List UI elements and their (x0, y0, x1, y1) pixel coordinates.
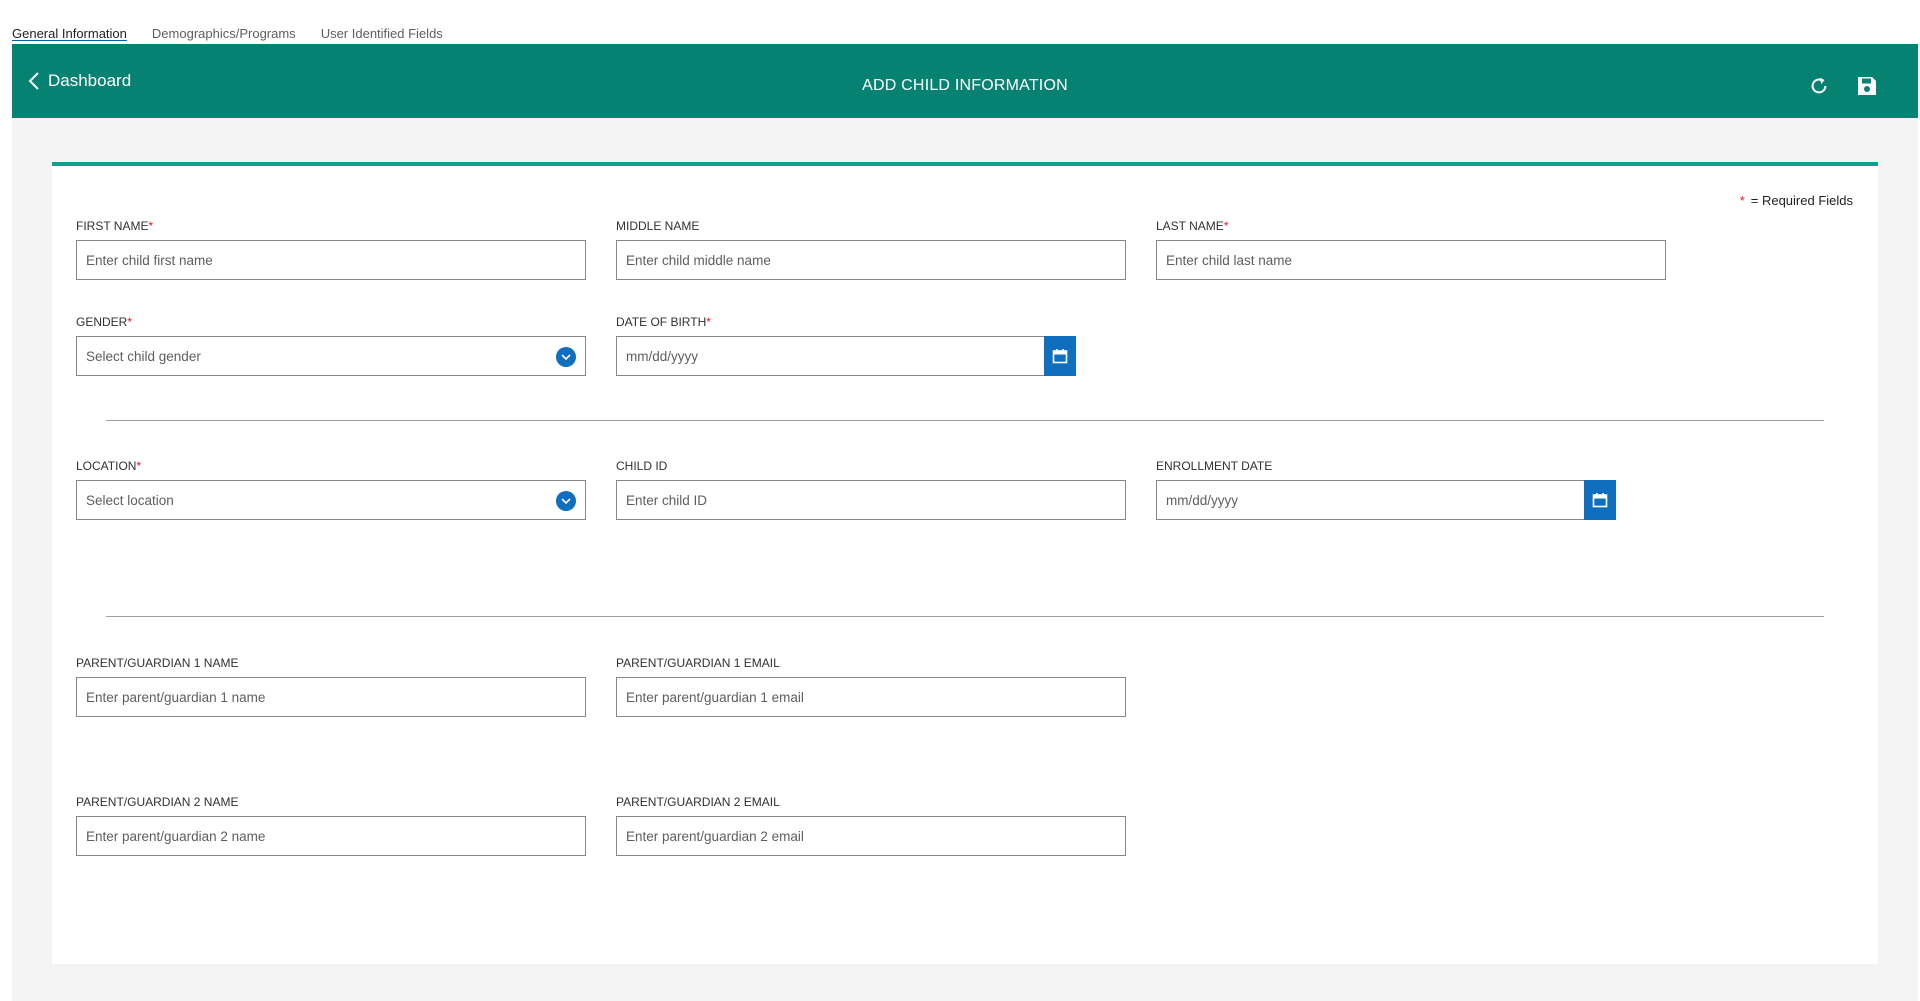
enrollment-date-input[interactable]: mm/dd/yyyy (1156, 480, 1616, 520)
parent2-email-placeholder: Enter parent/guardian 2 email (626, 828, 804, 844)
parent1-email-placeholder: Enter parent/guardian 1 email (626, 689, 804, 705)
child-id-placeholder: Enter child ID (626, 492, 708, 508)
top-tabs: General Information Demographics/Program… (12, 26, 443, 44)
child-id-input[interactable]: Enter child ID (616, 480, 1126, 520)
calendar-icon[interactable] (1584, 480, 1616, 520)
gender-select[interactable]: Select child gender (76, 336, 586, 376)
middle-name-placeholder: Enter child middle name (626, 252, 771, 268)
enrollment-date-field: ENROLLMENT DATE mm/dd/yyyy (1156, 458, 1616, 520)
calendar-icon[interactable] (1044, 336, 1076, 376)
date-of-birth-label: DATE OF BIRTH (616, 315, 707, 329)
middle-name-label: MIDDLE NAME (616, 219, 700, 233)
gender-field: GENDER* Select child gender (76, 314, 586, 376)
last-name-label: LAST NAME (1156, 219, 1224, 233)
child-id-field: CHILD ID Enter child ID (616, 458, 1126, 520)
section-divider (106, 420, 1824, 421)
required-star: * (148, 219, 154, 233)
location-placeholder: Select location (86, 492, 174, 508)
location-field: LOCATION* Select location (76, 458, 586, 520)
last-name-field: LAST NAME* Enter child last name (1156, 218, 1666, 280)
tab-general-information[interactable]: General Information (12, 26, 127, 44)
location-label: LOCATION (76, 459, 137, 473)
required-star: * (706, 315, 711, 329)
parent1-name-input[interactable]: Enter parent/guardian 1 name (76, 677, 586, 717)
parent2-name-field: PARENT/GUARDIAN 2 NAME Enter parent/guar… (76, 794, 586, 856)
parent2-name-label: PARENT/GUARDIAN 2 NAME (76, 795, 239, 809)
section-divider (106, 616, 1824, 617)
last-name-input[interactable]: Enter child last name (1156, 240, 1666, 280)
parent1-email-label: PARENT/GUARDIAN 1 EMAIL (616, 656, 780, 670)
parent1-email-field: PARENT/GUARDIAN 1 EMAIL Enter parent/gua… (616, 655, 1126, 717)
enrollment-date-placeholder: mm/dd/yyyy (1166, 492, 1239, 508)
date-of-birth-placeholder: mm/dd/yyyy (626, 348, 699, 364)
parent2-email-input[interactable]: Enter parent/guardian 2 email (616, 816, 1126, 856)
gender-label: GENDER (76, 315, 128, 329)
parent1-name-label: PARENT/GUARDIAN 1 NAME (76, 656, 239, 670)
enrollment-date-label: ENROLLMENT DATE (1156, 459, 1273, 473)
tab-user-identified-fields[interactable]: User Identified Fields (321, 26, 443, 44)
required-star: * (1223, 219, 1229, 233)
page-header: Dashboard ADD CHILD INFORMATION (12, 44, 1918, 118)
location-select[interactable]: Select location (76, 480, 586, 520)
form-card: * = Required Fields FIRST NAME* Enter chi… (52, 162, 1878, 964)
required-note-text: = Required Fields (1750, 193, 1853, 208)
parent1-name-placeholder: Enter parent/guardian 1 name (86, 689, 266, 705)
first-name-field: FIRST NAME* Enter child first name (76, 218, 586, 280)
refresh-icon[interactable] (1806, 73, 1832, 99)
parent2-name-input[interactable]: Enter parent/guardian 2 name (76, 816, 586, 856)
required-star: * (1739, 193, 1745, 208)
chevron-down-icon[interactable] (556, 491, 576, 511)
last-name-placeholder: Enter child last name (1166, 252, 1293, 268)
required-star: * (127, 315, 133, 329)
gender-placeholder: Select child gender (86, 348, 201, 364)
date-of-birth-input[interactable]: mm/dd/yyyy (616, 336, 1076, 376)
header-actions (1806, 44, 1880, 118)
required-star: * (136, 459, 142, 473)
parent2-name-placeholder: Enter parent/guardian 2 name (86, 828, 266, 844)
page-title: ADD CHILD INFORMATION (862, 77, 1068, 94)
tab-demographics-programs[interactable]: Demographics/Programs (152, 26, 296, 44)
first-name-placeholder: Enter child first name (86, 252, 213, 268)
content-area: * = Required Fields FIRST NAME* Enter chi… (12, 118, 1918, 1001)
chevron-down-icon[interactable] (556, 347, 576, 367)
parent2-email-field: PARENT/GUARDIAN 2 EMAIL Enter parent/gua… (616, 794, 1126, 856)
child-id-label: CHILD ID (616, 459, 668, 473)
middle-name-input[interactable]: Enter child middle name (616, 240, 1126, 280)
first-name-label: FIRST NAME (76, 219, 149, 233)
required-fields-note: * = Required Fields (1740, 193, 1853, 208)
date-of-birth-field: DATE OF BIRTH* mm/dd/yyyy (616, 314, 1076, 376)
parent1-email-input[interactable]: Enter parent/guardian 1 email (616, 677, 1126, 717)
middle-name-field: MIDDLE NAME Enter child middle name (616, 218, 1126, 280)
parent2-email-label: PARENT/GUARDIAN 2 EMAIL (616, 795, 780, 809)
parent1-name-field: PARENT/GUARDIAN 1 NAME Enter parent/guar… (76, 655, 586, 717)
save-icon[interactable] (1854, 73, 1880, 99)
first-name-input[interactable]: Enter child first name (76, 240, 586, 280)
